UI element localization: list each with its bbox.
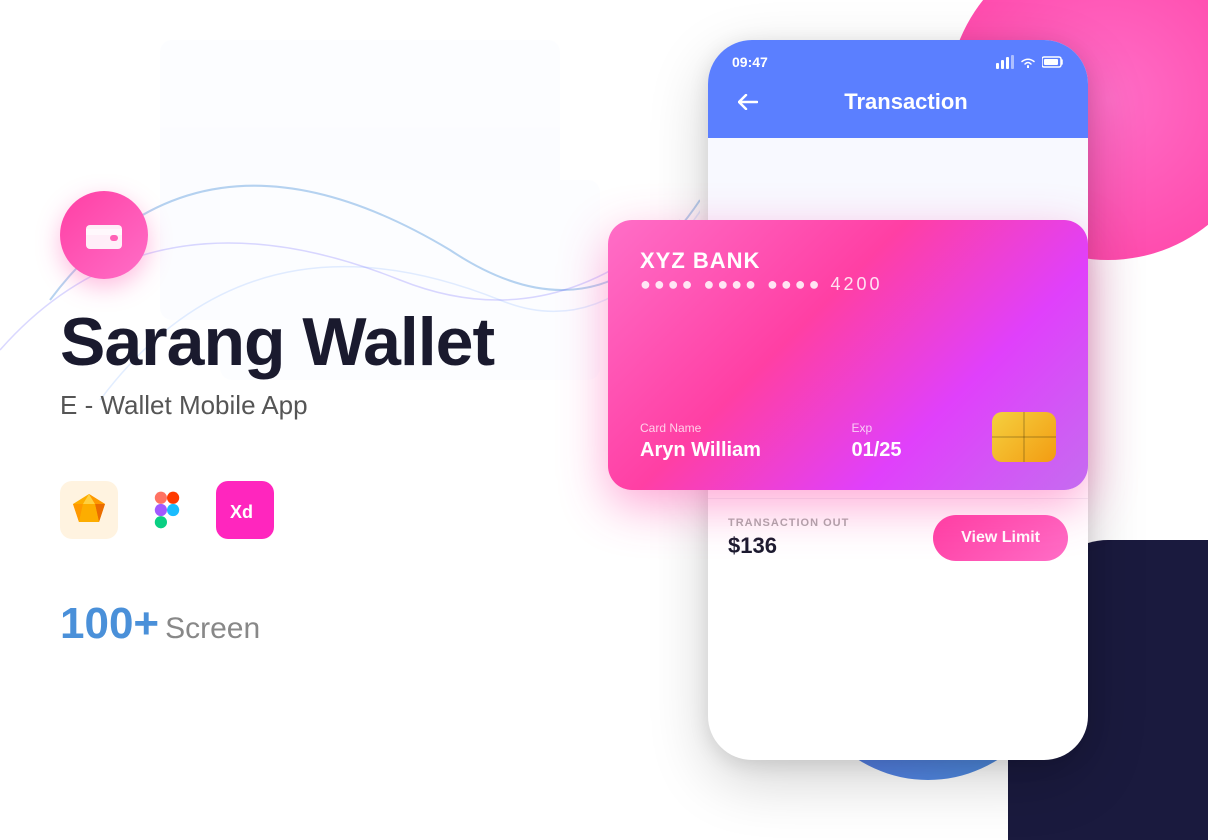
figma-icon [138,481,196,539]
transaction-out-label: TRANSACTION OUT [728,517,849,529]
left-section: Sarang Wallet E - Wallet Mobile App [60,0,620,840]
status-icons [996,55,1064,69]
screen-count-number: 100+ [60,599,159,649]
transaction-out-amount: $136 [728,533,849,559]
card-bank-name: XYZ BANK [640,248,1056,274]
card-exp-value: 01/25 [851,439,901,462]
signal-icon [996,55,1014,69]
back-button[interactable] [732,86,764,118]
card-bottom: Card Name Aryn William Exp 01/25 [640,412,1056,462]
phone-header: Transaction [708,78,1088,138]
credit-card: XYZ BANK ●●●● ●●●● ●●●● 4200 Card Name A… [608,220,1088,490]
screen-count: 100+ Screen [60,599,620,649]
card-name-section: Card Name Aryn William [640,421,761,462]
card-name-label: Card Name [640,421,761,435]
tool-icons: Xd [60,481,620,539]
view-limit-button[interactable]: View Limit [933,515,1068,561]
app-title: Sarang Wallet [60,307,620,378]
card-chip [992,412,1056,462]
phone-footer: TRANSACTION OUT $136 View Limit [708,498,1088,577]
phone-container: XYZ BANK ●●●● ●●●● ●●●● 4200 Card Name A… [688,40,1128,760]
wallet-icon [82,213,126,257]
screen-count-label: Screen [165,612,260,646]
svg-text:Xd: Xd [230,502,253,522]
wallet-icon-circle [60,191,148,279]
battery-icon [1042,56,1064,68]
header-title: Transaction [780,89,1064,115]
wifi-icon [1020,56,1036,68]
card-exp-section: Exp 01/25 [851,421,901,462]
sketch-icon [60,481,118,539]
app-subtitle: E - Wallet Mobile App [60,390,620,421]
card-name-value: Aryn William [640,439,761,462]
card-number: ●●●● ●●●● ●●●● 4200 [640,274,1056,295]
transaction-out-section: TRANSACTION OUT $136 [728,517,849,559]
status-time: 09:47 [732,54,768,70]
status-bar: 09:47 [708,40,1088,78]
xd-icon: Xd [216,481,274,539]
card-exp-label: Exp [851,421,901,435]
